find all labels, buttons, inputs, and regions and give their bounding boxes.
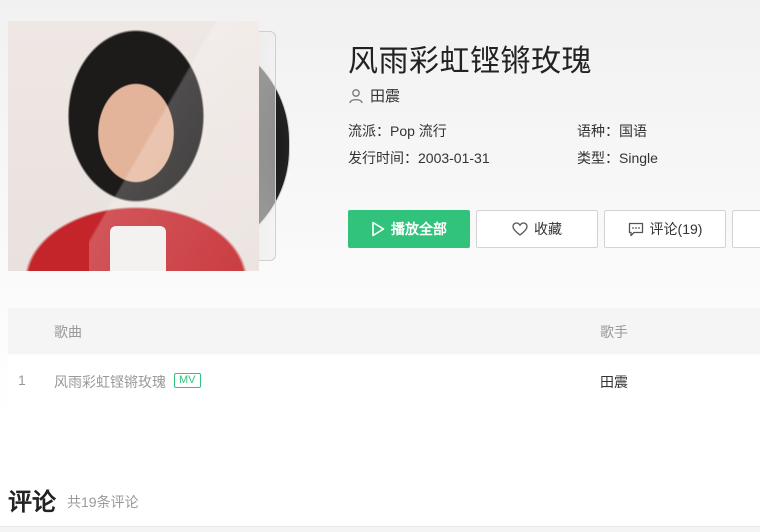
song-list-header: 歌曲 歌手 bbox=[8, 308, 760, 354]
favorite-button[interactable]: 收藏 bbox=[476, 210, 598, 248]
comments-title: 评论 bbox=[8, 489, 56, 516]
comment-icon bbox=[628, 222, 644, 237]
genre-info: 流派：Pop 流行 bbox=[348, 123, 447, 139]
album-cover-image bbox=[8, 21, 259, 271]
play-icon bbox=[371, 221, 385, 237]
song-title-link[interactable]: 风雨彩虹铿锵玫瑰 bbox=[54, 372, 166, 392]
album-cover-area bbox=[8, 21, 298, 271]
comment-button[interactable]: 评论(19) bbox=[604, 210, 726, 248]
release-date-info: 发行时间：2003-01-31 bbox=[348, 150, 490, 166]
song-row[interactable]: 1 风雨彩虹铿锵玫瑰 MV 田震 bbox=[8, 356, 760, 404]
song-singer-link[interactable]: 田震 bbox=[600, 372, 628, 392]
play-all-button[interactable]: 播放全部 bbox=[348, 210, 470, 248]
column-singer: 歌手 bbox=[600, 324, 628, 340]
language-info: 语种：国语 bbox=[577, 123, 647, 139]
mv-badge[interactable]: MV bbox=[174, 373, 201, 388]
heart-icon bbox=[512, 222, 528, 236]
user-icon bbox=[348, 88, 364, 104]
more-button[interactable] bbox=[732, 210, 760, 248]
play-all-label: 播放全部 bbox=[391, 221, 447, 237]
album-title: 风雨彩虹铿锵玫瑰 bbox=[348, 45, 592, 78]
comment-input-area[interactable] bbox=[0, 526, 760, 532]
comments-count: 共19条评论 bbox=[67, 494, 139, 510]
singer-link[interactable]: 田震 bbox=[370, 85, 400, 106]
type-info: 类型：Single bbox=[577, 150, 658, 166]
comment-label: 评论(19) bbox=[649, 221, 703, 237]
favorite-label: 收藏 bbox=[534, 221, 562, 237]
song-index: 1 bbox=[18, 372, 26, 388]
singer-row[interactable]: 田震 bbox=[348, 85, 400, 106]
column-song: 歌曲 bbox=[54, 324, 82, 340]
